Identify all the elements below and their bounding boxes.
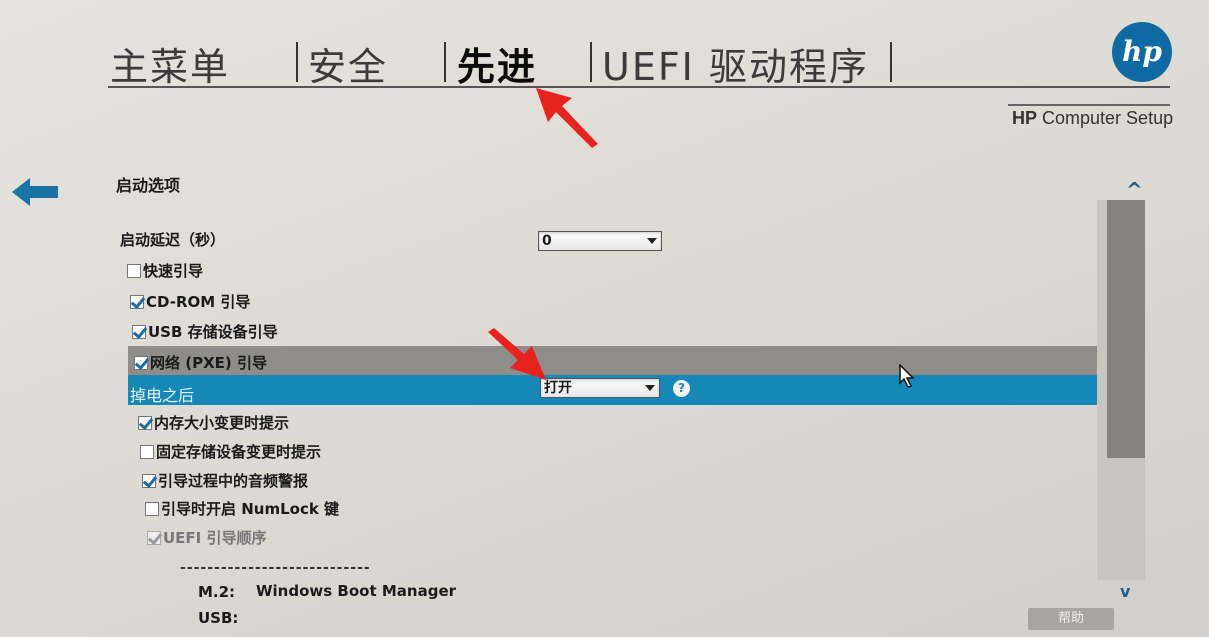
option-network-boot[interactable]: 网络 (PXE) 引导 xyxy=(134,352,267,373)
checkbox[interactable] xyxy=(140,445,154,459)
boot-order-separator: ---------------------------- xyxy=(180,560,371,576)
checkbox[interactable] xyxy=(130,295,144,309)
option-uefi-boot-order: UEFI 引导顺序 xyxy=(147,527,266,548)
back-arrow-icon[interactable] xyxy=(12,176,60,208)
option-label: 快速引导 xyxy=(143,262,204,280)
option-memory-change-prompt[interactable]: 内存大小变更时提示 xyxy=(138,412,289,433)
setup-title: HP Computer Setup xyxy=(1012,108,1173,129)
option-boot-audio-alert[interactable]: 引导过程中的音频警报 xyxy=(142,470,308,491)
checkbox[interactable] xyxy=(138,416,152,430)
option-numlock-on-boot[interactable]: 引导时开启 NumLock 键 xyxy=(145,498,339,519)
header-divider xyxy=(108,86,1170,88)
hp-logo: hp xyxy=(1112,22,1172,82)
boot-delay-label: 启动延迟（秒） xyxy=(120,231,226,249)
red-annotation-arrow-icon xyxy=(488,328,546,380)
option-label: 固定存储设备变更时提示 xyxy=(156,443,322,461)
scroll-up-icon[interactable]: ^ xyxy=(1126,178,1143,202)
red-annotation-arrow-icon xyxy=(536,88,598,148)
setup-title-brand: HP xyxy=(1012,108,1038,128)
row-highlight-hover xyxy=(128,346,1103,375)
tab-separator xyxy=(890,42,892,82)
help-question-icon[interactable]: ? xyxy=(673,380,690,397)
option-label: CD-ROM 引导 xyxy=(146,293,251,311)
scroll-down-icon[interactable]: v xyxy=(1120,582,1130,601)
option-cdrom-boot[interactable]: CD-ROM 引导 xyxy=(130,291,250,312)
section-title: 启动选项 xyxy=(116,176,181,195)
checkbox xyxy=(147,531,161,545)
boot-delay-value: 0 xyxy=(542,233,552,249)
chevron-down-icon xyxy=(645,385,655,391)
option-label: 网络 (PXE) 引导 xyxy=(150,354,267,372)
checkbox[interactable] xyxy=(142,474,156,488)
help-button[interactable]: 帮助 xyxy=(1028,608,1114,630)
checkbox[interactable] xyxy=(134,356,148,370)
power-loss-select[interactable]: 打开 xyxy=(540,378,660,398)
scrollbar-thumb[interactable] xyxy=(1107,200,1145,458)
boot-entry-windows[interactable]: Windows Boot Manager xyxy=(256,582,456,600)
option-label: 引导时开启 NumLock 键 xyxy=(161,500,340,518)
option-label: UEFI 引导顺序 xyxy=(163,529,267,547)
header-bar: 主菜单 安全 先进 UEFI 驱动程序 hp HP Computer Setup xyxy=(0,0,1209,140)
brand-divider xyxy=(1008,104,1170,106)
boot-entry-key-m2: M.2: xyxy=(198,583,236,601)
checkbox[interactable] xyxy=(127,264,141,278)
tab-separator xyxy=(296,42,298,82)
tab-separator xyxy=(590,42,592,82)
tab-security[interactable]: 安全 xyxy=(308,36,388,91)
power-loss-label: 掉电之后 xyxy=(130,386,195,405)
checkbox[interactable] xyxy=(132,325,146,339)
option-label: 内存大小变更时提示 xyxy=(154,414,290,432)
boot-delay-select[interactable]: 0 xyxy=(538,231,662,251)
tab-separator xyxy=(444,42,446,82)
option-usb-boot[interactable]: USB 存储设备引导 xyxy=(132,321,278,342)
mouse-cursor-icon xyxy=(899,364,915,388)
tab-main-menu[interactable]: 主菜单 xyxy=(110,36,230,91)
option-fast-boot[interactable]: 快速引导 xyxy=(127,260,203,281)
tab-uefi-drivers[interactable]: UEFI 驱动程序 xyxy=(602,36,869,91)
tab-advanced[interactable]: 先进 xyxy=(457,36,537,91)
chevron-down-icon xyxy=(647,238,657,244)
boot-entry-key-usb: USB: xyxy=(198,609,239,627)
option-label: 引导过程中的音频警报 xyxy=(158,472,309,490)
option-storage-change-prompt[interactable]: 固定存储设备变更时提示 xyxy=(140,441,321,462)
checkbox[interactable] xyxy=(145,502,159,516)
setup-title-text: Computer Setup xyxy=(1037,108,1174,128)
option-label: USB 存储设备引导 xyxy=(148,323,278,341)
